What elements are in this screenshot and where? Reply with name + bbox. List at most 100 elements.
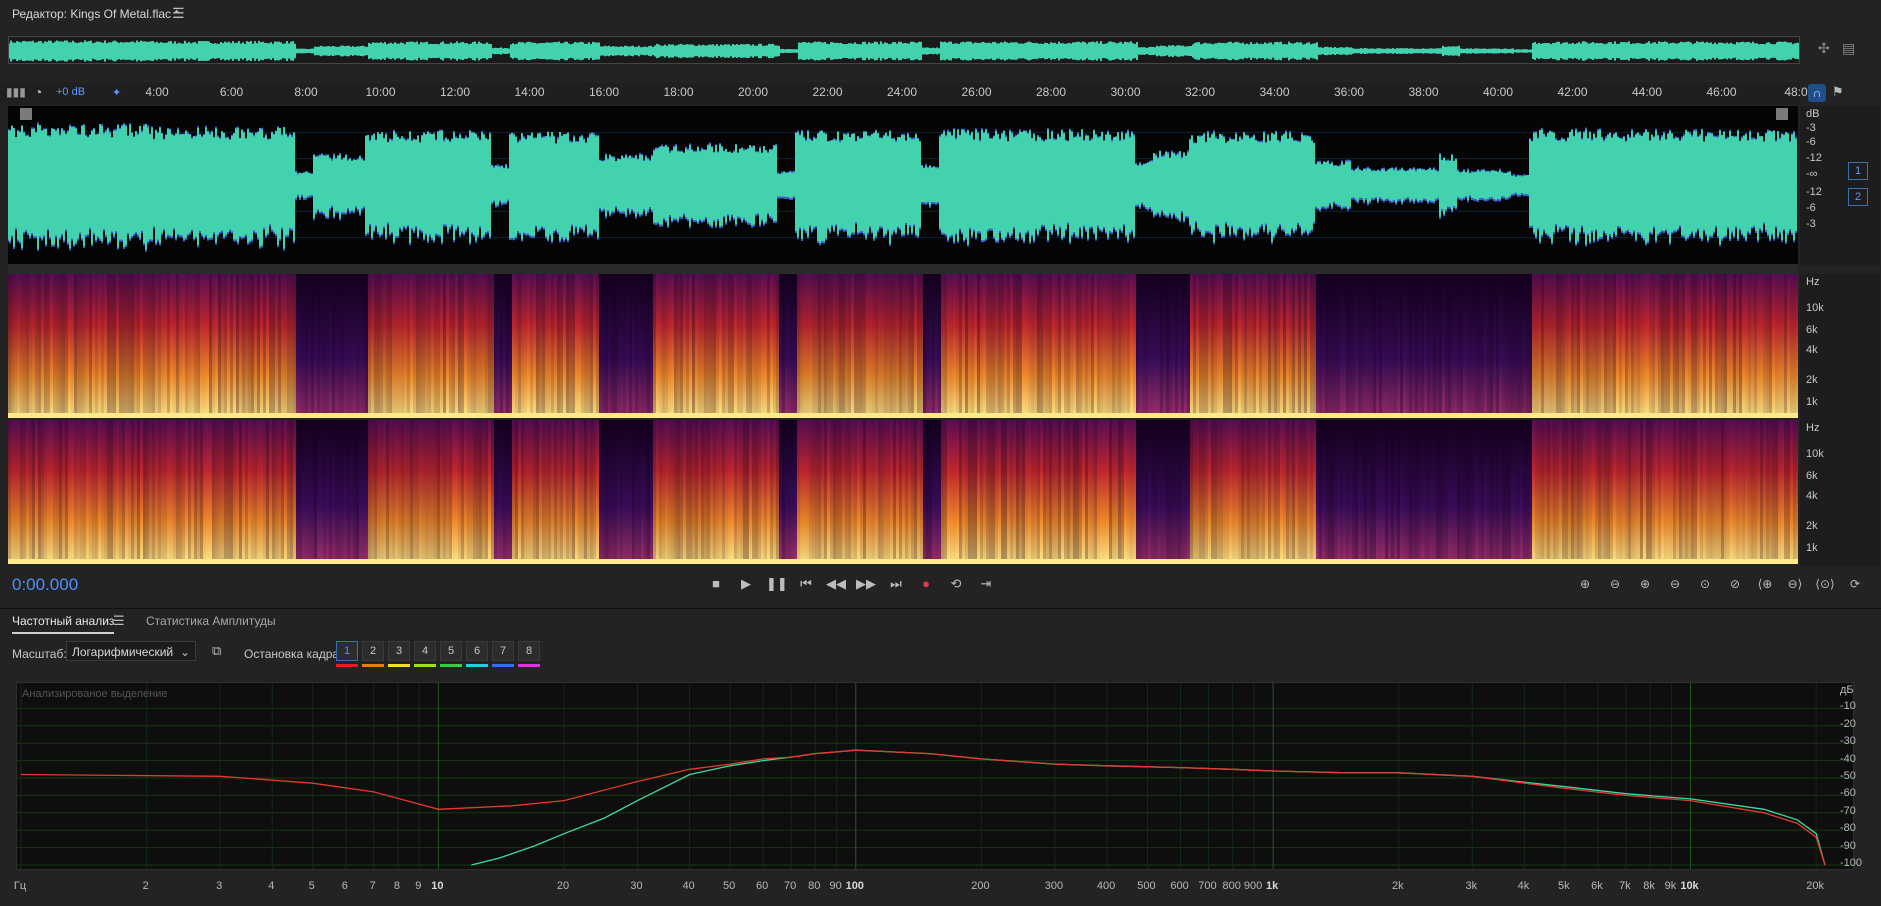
spectral-column [1769, 420, 1772, 564]
zoom-in-time-button[interactable]: ⊕ [1634, 575, 1656, 593]
spectral-column [1112, 420, 1115, 564]
rewind-button[interactable]: ◀◀ [826, 575, 846, 593]
spectral-column [485, 274, 488, 418]
spectral-column [191, 274, 194, 418]
view-splitter[interactable] [8, 264, 1798, 274]
spectral-column [149, 274, 152, 418]
spectral-column [599, 420, 602, 564]
zoom-out-amplitude-button[interactable]: ⊖ [1604, 575, 1626, 593]
spectral-column [1169, 420, 1172, 564]
volume-knob-icon[interactable]: ◔ [34, 84, 42, 100]
zoom-reset-button[interactable]: ⟨⊙⟩ [1814, 575, 1836, 593]
spectral-display-channel-2[interactable] [8, 420, 1798, 564]
zoom-extra-button[interactable]: ⊡ [1874, 575, 1881, 593]
fade-in-handle-icon[interactable] [20, 108, 32, 120]
scale-dropdown[interactable]: Логарифмический ⌄ [66, 641, 196, 661]
overview-waveform[interactable] [8, 36, 1800, 64]
spectral-column [1718, 420, 1721, 564]
spectral-column [800, 274, 803, 418]
channel-2-toggle[interactable]: 2 [1848, 188, 1868, 206]
stop-button[interactable]: ■ [706, 575, 726, 593]
spectral-column [1766, 274, 1769, 418]
spectral-column [482, 274, 485, 418]
spectral-column [1655, 420, 1658, 564]
spectral-column [1682, 420, 1685, 564]
pin-icon[interactable]: ✦ [112, 86, 121, 99]
hamburger-menu-icon[interactable]: ☰ [172, 5, 185, 22]
fast-forward-button[interactable]: ▶▶ [856, 575, 876, 593]
spectral-column [1295, 274, 1298, 418]
zoom-out-point-button[interactable]: ⊖⟩ [1784, 575, 1806, 593]
skip-to-start-button[interactable]: ⏮ [796, 575, 816, 593]
zoom-full-button[interactable]: ⟳ [1844, 575, 1866, 593]
zoom-navigator-icon[interactable]: ✣ [1818, 40, 1830, 57]
spectral-column [74, 274, 77, 418]
spectral-column [1202, 420, 1205, 564]
gain-readout[interactable]: +0 dB [56, 86, 85, 98]
waveform-display[interactable] [8, 106, 1798, 264]
tab-frequency-analysis[interactable]: Частотный анализ [12, 614, 115, 634]
zoom-out-time-button[interactable]: ⊖ [1664, 575, 1686, 593]
freeze-frame-button-8[interactable]: 8 [518, 641, 540, 661]
loop-button[interactable]: ⟲ [946, 575, 966, 593]
frequency-scale: Hz 10k 6k 4k 2k 1k Hz 10k 6k 4k 2k 1k [1800, 274, 1880, 566]
spectral-column [1184, 274, 1187, 418]
spectral-column [1538, 420, 1541, 564]
freeze-frame-button-2[interactable]: 2 [362, 641, 384, 661]
tab-menu-icon[interactable]: ☰ [113, 613, 125, 629]
zoom-out-full-button[interactable]: ⊘ [1724, 575, 1746, 593]
spectral-column [269, 420, 272, 564]
copy-to-clipboard-icon[interactable]: ⧉ [212, 643, 226, 658]
spectral-column [1670, 274, 1673, 418]
zoom-selection-button[interactable]: ⊙ [1694, 575, 1716, 593]
frequency-tick-label: 3 [216, 880, 223, 892]
marker-icon[interactable]: ⚑ [1832, 84, 1844, 100]
frequency-analysis-plot[interactable] [16, 682, 1854, 870]
freeze-frame-color [518, 664, 540, 667]
spectral-column [815, 420, 818, 564]
time-display[interactable]: 0:00.000 [12, 575, 78, 595]
spectral-column [41, 274, 44, 418]
freeze-frame-button-5[interactable]: 5 [440, 641, 462, 661]
level-meter-icon[interactable]: ▮▮▮ [6, 85, 26, 99]
headphones-icon[interactable]: ∩ [1808, 84, 1826, 102]
freeze-frame-button-3[interactable]: 3 [388, 641, 410, 661]
spectral-column [1139, 420, 1142, 564]
spectral-column [746, 420, 749, 564]
pause-button[interactable]: ❚❚ [766, 575, 788, 593]
spectral-column [1757, 420, 1760, 564]
skip-selection-button[interactable]: ⇥ [976, 575, 996, 593]
spectral-column [749, 274, 752, 418]
spectral-column [734, 420, 737, 564]
spectral-column [1187, 274, 1190, 418]
freeze-frame-color [336, 664, 358, 667]
channel-1-toggle[interactable]: 1 [1848, 162, 1868, 180]
freeze-frame-button-4[interactable]: 4 [414, 641, 436, 661]
spectral-column [1430, 420, 1433, 564]
play-button[interactable]: ▶ [736, 575, 756, 593]
spectral-column [1763, 274, 1766, 418]
freeze-frame-button-7[interactable]: 7 [492, 641, 514, 661]
skip-to-end-button[interactable]: ⏭ [886, 575, 906, 593]
frequency-tick-label: 1k [1266, 880, 1279, 892]
view-layers-icon[interactable]: ▤ [1842, 40, 1855, 57]
spectral-column [1490, 420, 1493, 564]
record-button[interactable]: ● [916, 575, 936, 593]
scale-label: Масштаб: [12, 647, 67, 661]
spectral-column [86, 420, 89, 564]
freeze-frame-button-6[interactable]: 6 [466, 641, 488, 661]
spectral-column [923, 274, 926, 418]
spectral-column [524, 274, 527, 418]
spectral-column [629, 274, 632, 418]
spectral-column [1793, 274, 1796, 418]
zoom-in-amplitude-button[interactable]: ⊕ [1574, 575, 1596, 593]
zoom-in-point-button[interactable]: ⟨⊕ [1754, 575, 1776, 593]
spectral-display-channel-1[interactable] [8, 274, 1798, 418]
freeze-frame-button-1[interactable]: 1 [336, 641, 358, 661]
spectral-column [1484, 420, 1487, 564]
spectral-column [44, 274, 47, 418]
fade-out-handle-icon[interactable] [1776, 108, 1788, 120]
spectral-column [830, 274, 833, 418]
tab-amplitude-statistics[interactable]: Статистика Амплитуды [146, 614, 276, 628]
spectral-column [737, 420, 740, 564]
